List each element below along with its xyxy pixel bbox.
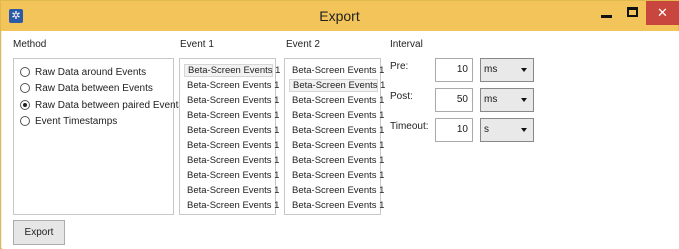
export-button[interactable]: Export bbox=[13, 220, 65, 245]
event2-listbox[interactable]: Beta-Screen Events 1 Beta-Screen Events … bbox=[284, 58, 385, 215]
method-group: Raw Data around Events Raw Data between … bbox=[13, 58, 183, 215]
maximize-icon[interactable] bbox=[627, 7, 638, 17]
list-item[interactable]: Beta-Screen Events 1 bbox=[289, 79, 385, 92]
timeout-label: Timeout: bbox=[390, 121, 429, 132]
pre-unit-select[interactable]: ms bbox=[480, 58, 534, 82]
timeout-unit-select[interactable]: s bbox=[480, 118, 534, 142]
radio-label: Raw Data around Events bbox=[35, 66, 147, 78]
dialog-content: Method Event 1 Event 2 Interval Raw Data… bbox=[2, 31, 679, 249]
close-button[interactable]: ✕ bbox=[646, 1, 679, 25]
event2-label: Event 2 bbox=[286, 39, 320, 50]
method-label: Method bbox=[13, 39, 47, 50]
window-title: Export bbox=[319, 8, 360, 24]
dropdown-arrow-icon bbox=[521, 98, 527, 102]
list-item[interactable]: Beta-Screen Events 1 bbox=[184, 64, 280, 77]
radio-button[interactable] bbox=[20, 67, 30, 77]
radio-label: Raw Data between paired Events bbox=[35, 99, 184, 111]
minimize-icon[interactable] bbox=[601, 15, 612, 18]
radio-option-timestamps[interactable]: Event Timestamps bbox=[20, 114, 117, 128]
list-item[interactable]: Beta-Screen Events 1 bbox=[184, 124, 279, 137]
radio-option-raw-paired[interactable]: Raw Data between paired Events bbox=[20, 98, 183, 112]
list-item[interactable]: Beta-Screen Events 1 bbox=[289, 94, 384, 107]
list-item[interactable]: Beta-Screen Events 1 bbox=[289, 184, 384, 197]
export-window: ✲ Export ✕ Method Event 1 Event 2 Interv… bbox=[0, 0, 679, 249]
list-item[interactable]: Beta-Screen Events 1 bbox=[184, 199, 279, 212]
list-item[interactable]: Beta-Screen Events 1 bbox=[184, 109, 279, 122]
list-item[interactable]: Beta-Screen Events 1 bbox=[289, 169, 384, 182]
list-item[interactable]: Beta-Screen Events 1 bbox=[184, 139, 279, 152]
radio-button-checked[interactable] bbox=[20, 100, 30, 110]
list-item[interactable]: Beta-Screen Events 1 bbox=[289, 139, 384, 152]
radio-option-raw-around[interactable]: Raw Data around Events bbox=[20, 65, 146, 79]
close-icon: ✕ bbox=[657, 5, 668, 20]
select-value: ms bbox=[484, 64, 498, 75]
radio-button[interactable] bbox=[20, 83, 30, 93]
title-bar[interactable]: ✲ Export ✕ bbox=[1, 1, 679, 31]
list-item[interactable]: Beta-Screen Events 1 bbox=[289, 154, 384, 167]
list-item[interactable]: Beta-Screen Events 1 bbox=[184, 169, 279, 182]
event1-label: Event 1 bbox=[180, 39, 214, 50]
pre-input[interactable]: 10 bbox=[435, 58, 473, 82]
list-item[interactable]: Beta-Screen Events 1 bbox=[289, 124, 384, 137]
timeout-input[interactable]: 10 bbox=[435, 118, 473, 142]
radio-label: Event Timestamps bbox=[35, 115, 118, 127]
list-item[interactable]: Beta-Screen Events 1 bbox=[289, 109, 384, 122]
list-item[interactable]: Beta-Screen Events 1 bbox=[289, 64, 384, 77]
radio-button[interactable] bbox=[20, 116, 30, 126]
dropdown-arrow-icon bbox=[521, 68, 527, 72]
list-item[interactable]: Beta-Screen Events 1 bbox=[184, 184, 279, 197]
select-value: ms bbox=[484, 94, 498, 105]
post-label: Post: bbox=[390, 91, 413, 102]
radio-label: Raw Data between Events bbox=[35, 82, 153, 94]
post-unit-select[interactable]: ms bbox=[480, 88, 534, 112]
select-value: s bbox=[484, 124, 489, 135]
interval-label: Interval bbox=[390, 39, 423, 50]
list-item[interactable]: Beta-Screen Events 1 bbox=[184, 79, 279, 92]
post-input[interactable]: 50 bbox=[435, 88, 473, 112]
dropdown-arrow-icon bbox=[521, 128, 527, 132]
radio-option-raw-between[interactable]: Raw Data between Events bbox=[20, 81, 153, 95]
list-item[interactable]: Beta-Screen Events 1 bbox=[184, 154, 279, 167]
pre-label: Pre: bbox=[390, 61, 409, 72]
event1-listbox[interactable]: Beta-Screen Events 1 Beta-Screen Events … bbox=[179, 58, 280, 215]
list-item[interactable]: Beta-Screen Events 1 bbox=[289, 199, 384, 212]
list-item[interactable]: Beta-Screen Events 1 bbox=[184, 94, 279, 107]
